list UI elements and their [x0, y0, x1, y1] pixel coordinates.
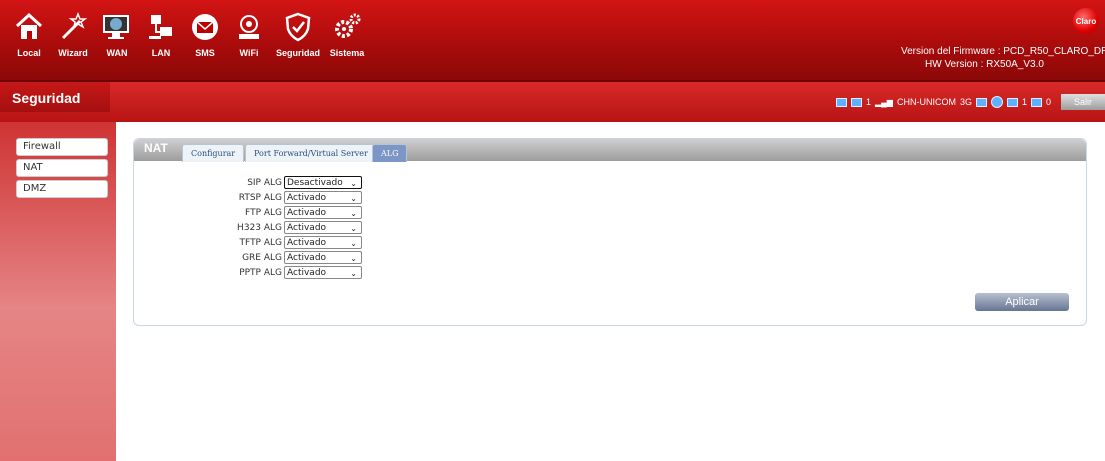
nav-label: Local — [17, 48, 41, 58]
main-nav: Local Wizard WAN LAN SMS WiFi Seguridad … — [10, 10, 366, 66]
nav-sistema[interactable]: Sistema — [328, 10, 366, 66]
form-row-ftp: FTP ALG Activado ⌄ — [134, 206, 362, 219]
nav-lan[interactable]: LAN — [142, 10, 180, 66]
select-value: Activado — [287, 253, 327, 263]
data-icon — [975, 97, 987, 107]
globe-icon — [990, 96, 1003, 108]
sidebar-item-dmz[interactable]: DMZ — [16, 180, 108, 198]
tab-bar: NAT Configurar Port Forward/Virtual Serv… — [134, 139, 1086, 162]
pptp-alg-select[interactable]: Activado ⌄ — [284, 266, 362, 279]
house-icon — [12, 10, 46, 44]
field-label: SIP ALG — [247, 177, 282, 188]
field-label: TFTP ALG — [239, 237, 282, 248]
envelope-icon — [188, 10, 222, 44]
chevron-down-icon: ⌄ — [350, 179, 357, 188]
status-count-1: 1 — [865, 97, 871, 107]
form-row-gre: GRE ALG Activado ⌄ — [134, 251, 362, 264]
status-indicators: 1 ▂▄▆ CHN-UNICOM 3G 1 0 Salir — [835, 94, 1105, 110]
sidebar-item-nat[interactable]: NAT — [16, 159, 108, 177]
page-title: Seguridad — [0, 82, 110, 112]
nat-panel: NAT Configurar Port Forward/Virtual Serv… — [133, 138, 1087, 326]
panel-title: NAT — [144, 141, 168, 155]
gears-icon — [330, 10, 364, 44]
status-count-2: 1 — [1021, 97, 1027, 107]
top-header: Local Wizard WAN LAN SMS WiFi Seguridad … — [0, 0, 1105, 82]
chevron-down-icon: ⌄ — [350, 194, 357, 203]
firmware-version: Version del Firmware : PCD_R50_CLARO_DR_… — [901, 46, 1105, 57]
chevron-down-icon: ⌄ — [350, 209, 357, 218]
select-value: Activado — [287, 268, 327, 278]
sidebar-item-firewall[interactable]: Firewall — [16, 138, 108, 156]
nav-wizard[interactable]: Wizard — [54, 10, 92, 66]
wifi-router-icon — [232, 10, 266, 44]
tftp-alg-select[interactable]: Activado ⌄ — [284, 236, 362, 249]
field-label: PPTP ALG — [239, 267, 282, 278]
globe-monitor-icon — [100, 10, 134, 44]
nav-label: SMS — [195, 48, 215, 58]
tab-configurar[interactable]: Configurar — [182, 144, 245, 162]
hw-version: HW Version : RX50A_V3.0 — [925, 59, 1044, 70]
field-label: FTP ALG — [245, 207, 282, 218]
nav-label: LAN — [151, 48, 171, 58]
select-value: Desactivado — [287, 178, 343, 188]
form-row-rtsp: RTSP ALG Activado ⌄ — [134, 191, 362, 204]
form-row-tftp: TFTP ALG Activado ⌄ — [134, 236, 362, 249]
nav-label: WAN — [106, 48, 128, 58]
tab-alg[interactable]: ALG — [372, 144, 408, 162]
form-row-sip: SIP ALG Desactivado ⌄ — [134, 176, 362, 189]
tab-port-forward[interactable]: Port Forward/Virtual Server — [245, 144, 377, 162]
nav-local[interactable]: Local — [10, 10, 48, 66]
signal-icon: ▂▄▆ — [874, 97, 893, 107]
nav-label: Seguridad — [275, 48, 320, 58]
nav-sms[interactable]: SMS — [186, 10, 224, 66]
network-icon — [144, 10, 178, 44]
nav-wifi[interactable]: WiFi — [230, 10, 268, 66]
network-tech: 3G — [959, 97, 972, 107]
sms-unread-icon — [1030, 97, 1042, 107]
nav-label: Sistema — [329, 48, 365, 58]
select-value: Activado — [287, 208, 327, 218]
sip-alg-select[interactable]: Desactivado ⌄ — [284, 176, 362, 189]
message-icon — [850, 97, 862, 107]
network-name: CHN-UNICOM — [896, 97, 956, 107]
sim-icon — [835, 97, 847, 107]
nav-label: WiFi — [239, 48, 259, 58]
field-label: GRE ALG — [242, 252, 282, 263]
select-value: Activado — [287, 193, 327, 203]
chevron-down-icon: ⌄ — [350, 239, 357, 248]
sms-inbox-icon — [1006, 97, 1018, 107]
apply-button[interactable]: Aplicar — [975, 293, 1069, 311]
chevron-down-icon: ⌄ — [350, 254, 357, 263]
rtsp-alg-select[interactable]: Activado ⌄ — [284, 191, 362, 204]
ftp-alg-select[interactable]: Activado ⌄ — [284, 206, 362, 219]
field-label: RTSP ALG — [238, 192, 282, 203]
claro-logo: Claro — [1073, 8, 1099, 34]
nav-seguridad[interactable]: Seguridad — [274, 10, 322, 66]
h323-alg-select[interactable]: Activado ⌄ — [284, 221, 362, 234]
shield-icon — [281, 10, 315, 44]
status-count-3: 0 — [1045, 97, 1051, 107]
logout-button[interactable]: Salir — [1061, 94, 1105, 110]
wand-icon — [56, 10, 90, 44]
field-label: H323 ALG — [237, 222, 282, 233]
form-row-pptp: PPTP ALG Activado ⌄ — [134, 266, 362, 279]
chevron-down-icon: ⌄ — [350, 269, 357, 278]
select-value: Activado — [287, 238, 327, 248]
select-value: Activado — [287, 223, 327, 233]
sidebar: Firewall NAT DMZ — [16, 138, 108, 201]
form-row-h323: H323 ALG Activado ⌄ — [134, 221, 362, 234]
firmware-info: Version del Firmware : PCD_R50_CLARO_DR_… — [901, 45, 1105, 71]
nav-wan[interactable]: WAN — [98, 10, 136, 66]
chevron-down-icon: ⌄ — [350, 224, 357, 233]
gre-alg-select[interactable]: Activado ⌄ — [284, 251, 362, 264]
nav-label: Wizard — [58, 48, 88, 58]
